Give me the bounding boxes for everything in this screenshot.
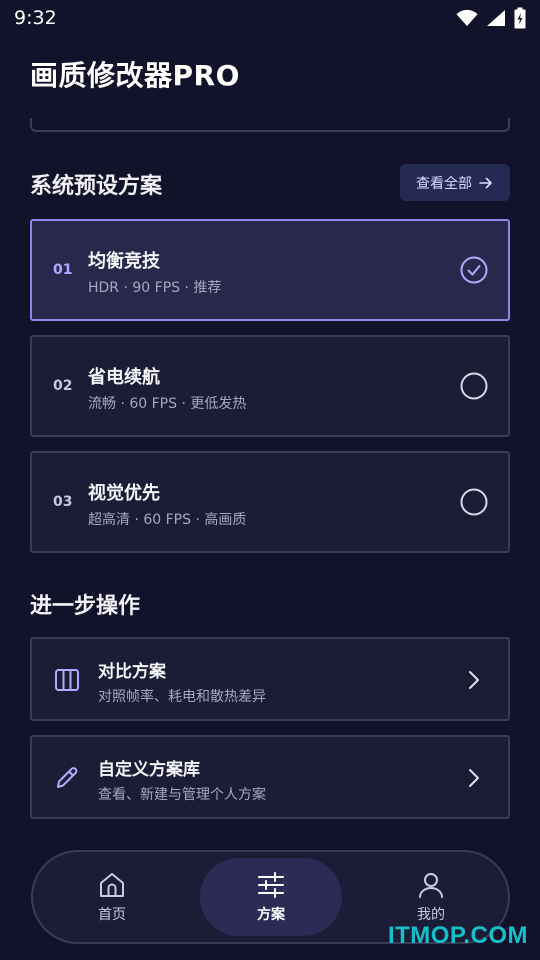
- check-circle-icon[interactable]: [460, 256, 488, 284]
- action-description: 对照帧率、耗电和散热差异: [98, 689, 266, 705]
- radio-circle-icon[interactable]: [460, 488, 488, 516]
- status-time: 9:32: [14, 7, 57, 29]
- chevron-right-icon: [469, 769, 479, 787]
- actions-section-title: 进一步操作: [30, 594, 141, 619]
- presets-section-title: 系统预设方案: [30, 174, 163, 199]
- wifi-icon: [456, 9, 478, 26]
- nav-item-home[interactable]: 首页: [41, 858, 183, 936]
- nav-label-plans: 方案: [257, 907, 285, 923]
- pencil-icon: [57, 767, 78, 788]
- view-all-button[interactable]: 查看全部: [400, 164, 510, 201]
- nav-label-profile: 我的: [417, 907, 445, 923]
- view-all-label: 查看全部: [416, 175, 472, 192]
- preset-name: 省电续航: [88, 367, 160, 388]
- action-description: 查看、新建与管理个人方案: [98, 787, 266, 803]
- status-bar: 9:32: [0, 0, 540, 36]
- chevron-right-icon: [469, 671, 479, 689]
- home-icon: [100, 873, 124, 897]
- battery-icon: [514, 7, 526, 29]
- app-title: 画质修改器PRO: [30, 59, 240, 92]
- status-icons: [456, 7, 526, 29]
- preset-card-visual-priority[interactable]: 03 视觉优先 超高清 · 60 FPS · 高画质: [30, 451, 510, 553]
- collapsed-card-edge: [30, 118, 510, 132]
- custom-plan-library-card[interactable]: 自定义方案库 查看、新建与管理个人方案: [30, 735, 510, 819]
- preset-number: 01: [53, 262, 73, 278]
- signal-icon: [487, 10, 505, 26]
- action-name: 对比方案: [98, 662, 166, 682]
- nav-label-home: 首页: [98, 907, 126, 923]
- preset-number: 02: [53, 378, 73, 394]
- preset-description: 超高清 · 60 FPS · 高画质: [88, 512, 247, 528]
- compare-plans-card[interactable]: 对比方案 对照帧率、耗电和散热差异: [30, 637, 510, 721]
- preset-description: HDR · 90 FPS · 推荐: [88, 280, 222, 296]
- action-name: 自定义方案库: [98, 760, 200, 780]
- columns-icon: [55, 669, 79, 691]
- arrow-right-icon: [479, 177, 492, 188]
- sliders-icon: [258, 872, 284, 898]
- preset-name: 均衡竞技: [88, 251, 160, 272]
- user-icon: [419, 873, 443, 898]
- preset-name: 视觉优先: [88, 483, 160, 504]
- preset-card-balanced[interactable]: 01 均衡竞技 HDR · 90 FPS · 推荐: [30, 219, 510, 321]
- preset-number: 03: [53, 494, 73, 510]
- preset-card-power-saving[interactable]: 02 省电续航 流畅 · 60 FPS · 更低发热: [30, 335, 510, 437]
- radio-circle-icon[interactable]: [460, 372, 488, 400]
- nav-item-plans[interactable]: 方案: [200, 858, 342, 936]
- watermark: ITMOP.COM: [387, 922, 528, 949]
- preset-description: 流畅 · 60 FPS · 更低发热: [88, 396, 247, 412]
